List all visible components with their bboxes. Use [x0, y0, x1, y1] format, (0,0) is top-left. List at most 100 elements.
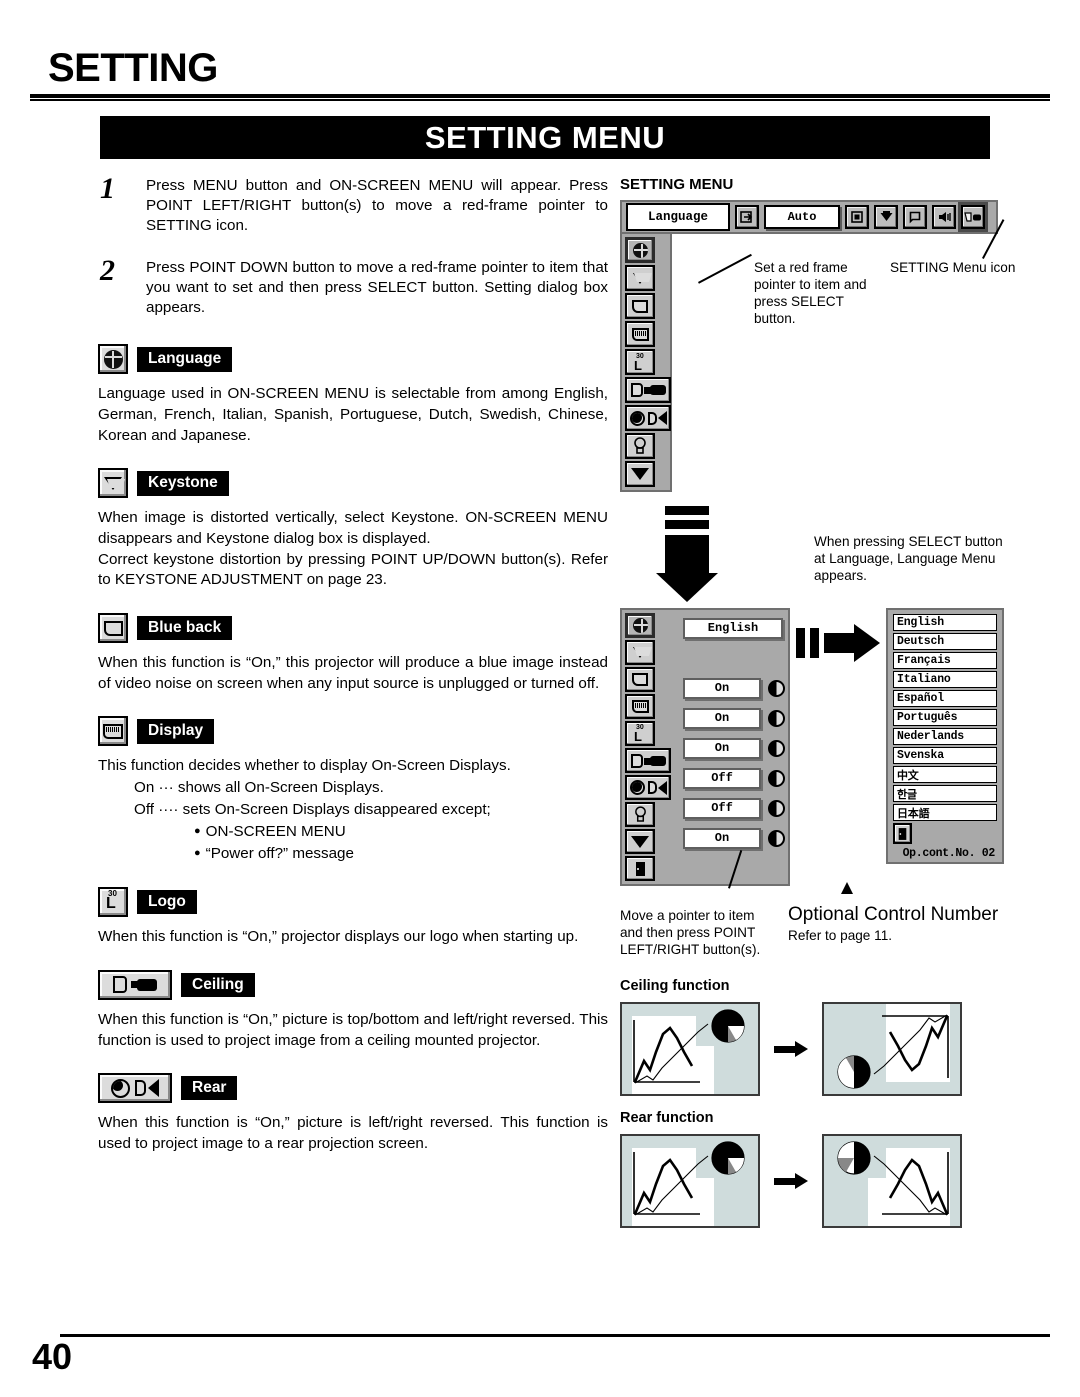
- language-option[interactable]: Deutsch: [893, 633, 997, 650]
- language-menu-panel[interactable]: English Deutsch Français Italiano Españo…: [886, 608, 1004, 864]
- footer-divider: [60, 1334, 1050, 1337]
- section-heading-rear: Rear: [98, 1073, 608, 1104]
- setting-dialog-values: English On On On Off Off On: [683, 613, 785, 881]
- osd-menu-bar[interactable]: Language Auto: [620, 200, 998, 234]
- language-option[interactable]: Nederlands: [893, 728, 997, 745]
- annotation-pointer-note: Move a pointer to item and then press PO…: [620, 908, 761, 957]
- language-option[interactable]: Português: [893, 709, 997, 726]
- dialog-row: [683, 645, 785, 671]
- scroll-down-icon[interactable]: [625, 461, 655, 487]
- screen-icon[interactable]: [874, 205, 898, 229]
- osd-tab-language[interactable]: Language: [626, 203, 730, 231]
- language-exit-icon[interactable]: [893, 823, 912, 844]
- dialog-icon-blue-back[interactable]: [625, 667, 655, 692]
- section-heading-ceiling: Ceiling: [98, 969, 608, 1000]
- globe-icon: [98, 344, 128, 375]
- section-body-keystone-2: Correct keystone distortion by pressing …: [98, 550, 608, 589]
- section-body-keystone-1: When image is distorted vertically, sele…: [98, 509, 608, 548]
- input-icon[interactable]: [735, 205, 759, 229]
- sidebar-item-blue-back[interactable]: [625, 293, 655, 319]
- section-body-language: Language used in ON-SCREEN MENU is selec…: [98, 385, 608, 444]
- language-option[interactable]: 한글: [893, 785, 997, 802]
- rear-icon: [98, 1073, 172, 1104]
- language-option[interactable]: Español: [893, 690, 997, 707]
- language-option[interactable]: 日本語: [893, 804, 997, 821]
- ceiling-illustration-block: Ceiling function: [620, 978, 1020, 1096]
- bullet-dot: ●: [194, 825, 201, 838]
- sidebar-item-logo[interactable]: 30 L: [625, 349, 655, 375]
- language-option[interactable]: 中文: [893, 766, 997, 783]
- dialog-value-logo[interactable]: On: [683, 737, 761, 759]
- section-label: Blue back: [137, 615, 233, 641]
- flow-arrow-down: [656, 506, 718, 602]
- step-1: 1 Press MENU button and ON-SCREEN MENU w…: [98, 172, 608, 236]
- display-icon: [98, 716, 128, 747]
- dialog-value-ceiling[interactable]: Off: [683, 767, 761, 789]
- dialog-row[interactable]: On: [683, 705, 785, 731]
- sound-icon[interactable]: [932, 205, 956, 229]
- dialog-value-rear[interactable]: Off: [683, 797, 761, 819]
- left-right-icon: [768, 709, 785, 727]
- sidebar-item-rear[interactable]: [625, 405, 671, 431]
- dialog-row[interactable]: On: [683, 675, 785, 701]
- language-option[interactable]: Français: [893, 652, 997, 669]
- dialog-row[interactable]: English: [683, 615, 785, 641]
- setting-dialog-box[interactable]: 30 L English On On On Off Off On: [620, 608, 790, 886]
- section-heading-keystone: Keystone: [98, 468, 608, 499]
- step-text: Press MENU button and ON-SCREEN MENU wil…: [146, 177, 608, 235]
- section-heading-logo: 30 L Logo: [98, 887, 608, 918]
- blue-back-icon: [98, 613, 128, 644]
- logo-icon: 30 L: [98, 887, 128, 918]
- section-label: Keystone: [137, 471, 229, 496]
- step-number: 2: [100, 254, 115, 288]
- dialog-value-display[interactable]: On: [683, 707, 761, 729]
- setting-icon[interactable]: [958, 202, 988, 232]
- left-right-icon: [768, 799, 785, 817]
- logo-icon-main: L: [106, 895, 116, 913]
- dialog-exit-icon[interactable]: [625, 856, 655, 881]
- dialog-value-blue-back[interactable]: On: [683, 677, 761, 699]
- annotation-select-note: When pressing SELECT button at Language,…: [814, 534, 1003, 583]
- section-label: Display: [137, 719, 215, 744]
- display-off-line: Off ···· sets On-Screen Displays disappe…: [134, 801, 491, 819]
- osd-auto-field[interactable]: Auto: [764, 205, 840, 229]
- bullet-text: ON-SCREEN MENU: [205, 823, 346, 841]
- section-body-logo: When this function is “On,” projector di…: [98, 928, 579, 946]
- dialog-value-language[interactable]: English: [683, 617, 783, 639]
- sidebar-item-ceiling[interactable]: [625, 377, 671, 403]
- dialog-icon-logo[interactable]: 30 L: [625, 721, 655, 746]
- picture-icon[interactable]: [903, 205, 927, 229]
- dialog-row[interactable]: On: [683, 825, 785, 851]
- left-right-icon: [768, 769, 785, 787]
- page-number: 40: [32, 1336, 73, 1377]
- left-right-icon: [768, 679, 785, 697]
- dialog-row[interactable]: On: [683, 735, 785, 761]
- step-number: 1: [100, 172, 115, 205]
- osd-sidebar[interactable]: 30 L: [620, 234, 672, 492]
- dialog-icon-language[interactable]: [625, 613, 655, 638]
- dialog-icon-keystone[interactable]: [625, 640, 655, 665]
- dialog-row[interactable]: Off: [683, 795, 785, 821]
- sidebar-item-display[interactable]: [625, 321, 655, 347]
- dialog-icon-display[interactable]: [625, 694, 655, 719]
- ceiling-illustration-title: Ceiling function: [620, 978, 730, 994]
- dialog-icon-rear[interactable]: [625, 775, 671, 800]
- dialog-row[interactable]: Off: [683, 765, 785, 791]
- dialog-scroll-down-icon[interactable]: [625, 829, 655, 854]
- language-option[interactable]: English: [893, 614, 997, 631]
- display-bullet: ● ON-SCREEN MENU: [194, 821, 608, 843]
- language-option[interactable]: Svenska: [893, 747, 997, 764]
- leader-arrow-optional: [841, 882, 853, 894]
- transform-arrow-rear: [774, 1173, 808, 1189]
- dialog-icon-ceiling[interactable]: [625, 748, 671, 773]
- sidebar-item-lamp[interactable]: [625, 433, 655, 459]
- dialog-value-lamp[interactable]: On: [683, 827, 761, 849]
- image-icon[interactable]: [845, 205, 869, 229]
- language-option[interactable]: Italiano: [893, 671, 997, 688]
- dialog-icon-lamp[interactable]: [625, 802, 655, 827]
- transform-arrow-ceiling: [774, 1041, 808, 1057]
- sidebar-item-keystone[interactable]: [625, 265, 655, 291]
- sidebar-item-language[interactable]: [625, 237, 655, 263]
- ceiling-before-image: [620, 1002, 760, 1096]
- left-column: 1 Press MENU button and ON-SCREEN MENU w…: [98, 172, 608, 1155]
